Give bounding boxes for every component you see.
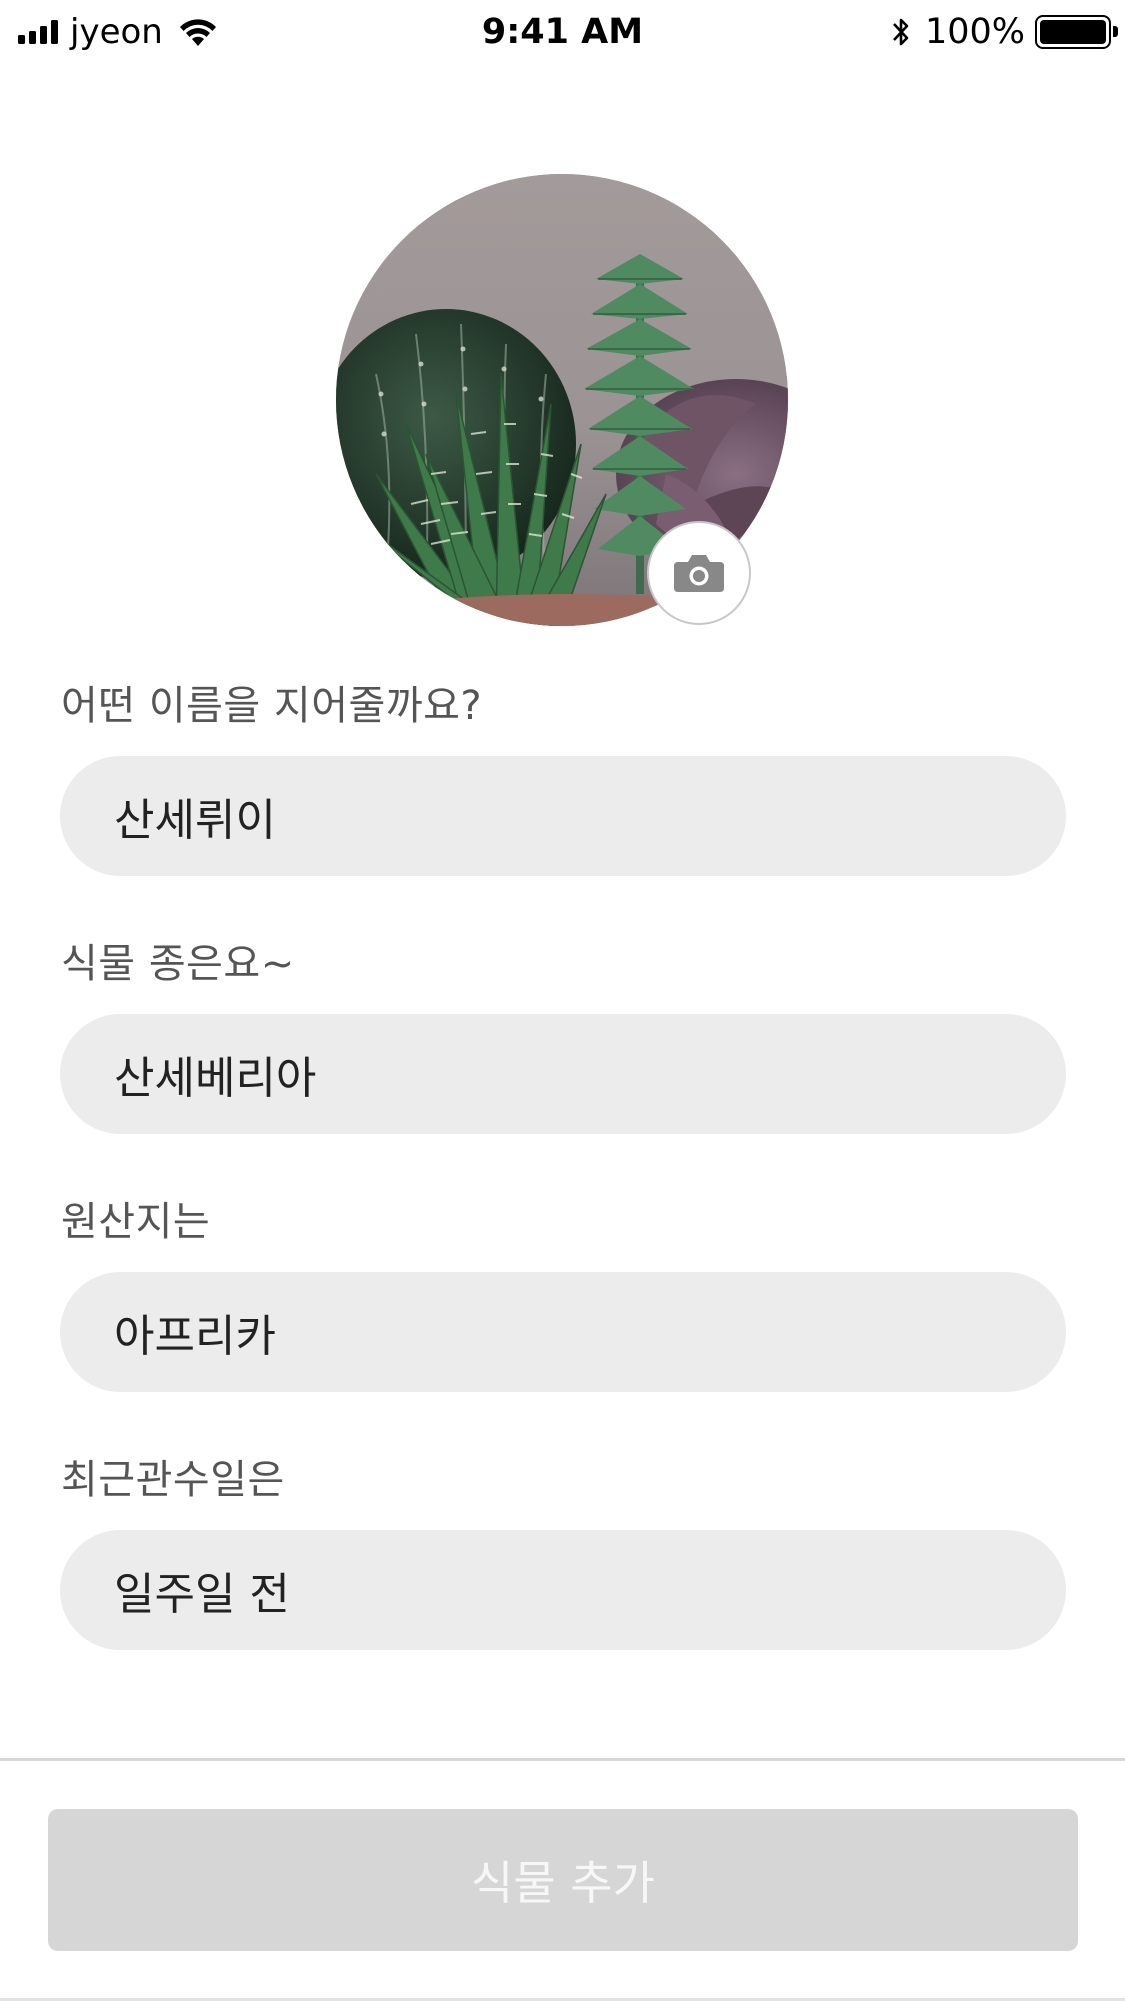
battery-level	[1040, 20, 1106, 44]
divider	[0, 1758, 1125, 1761]
status-right: 100%	[889, 10, 1118, 54]
origin-field[interactable]: 아프리카	[60, 1272, 1066, 1392]
status-bar: jyeon 9:41 AM 100%	[0, 0, 1125, 64]
battery-percent: 100%	[924, 12, 1025, 52]
watering-label: 최근관수일은	[61, 1457, 285, 1503]
species-field[interactable]: 산세베리아	[60, 1014, 1066, 1134]
plant-photo-container	[336, 174, 788, 626]
origin-label: 원산지는	[61, 1199, 211, 1245]
watering-field[interactable]: 일주일 전	[60, 1530, 1066, 1650]
camera-button[interactable]	[647, 521, 751, 625]
add-plant-button[interactable]: 식물 추가	[48, 1809, 1078, 1951]
bluetooth-icon	[892, 18, 909, 46]
name-label: 어떤 이름을 지어줄까요?	[61, 683, 483, 729]
species-label: 식물 종은요~	[61, 941, 295, 987]
name-field[interactable]: 산세뤼이	[60, 756, 1066, 876]
camera-icon	[674, 555, 724, 592]
battery-icon	[1035, 15, 1118, 49]
